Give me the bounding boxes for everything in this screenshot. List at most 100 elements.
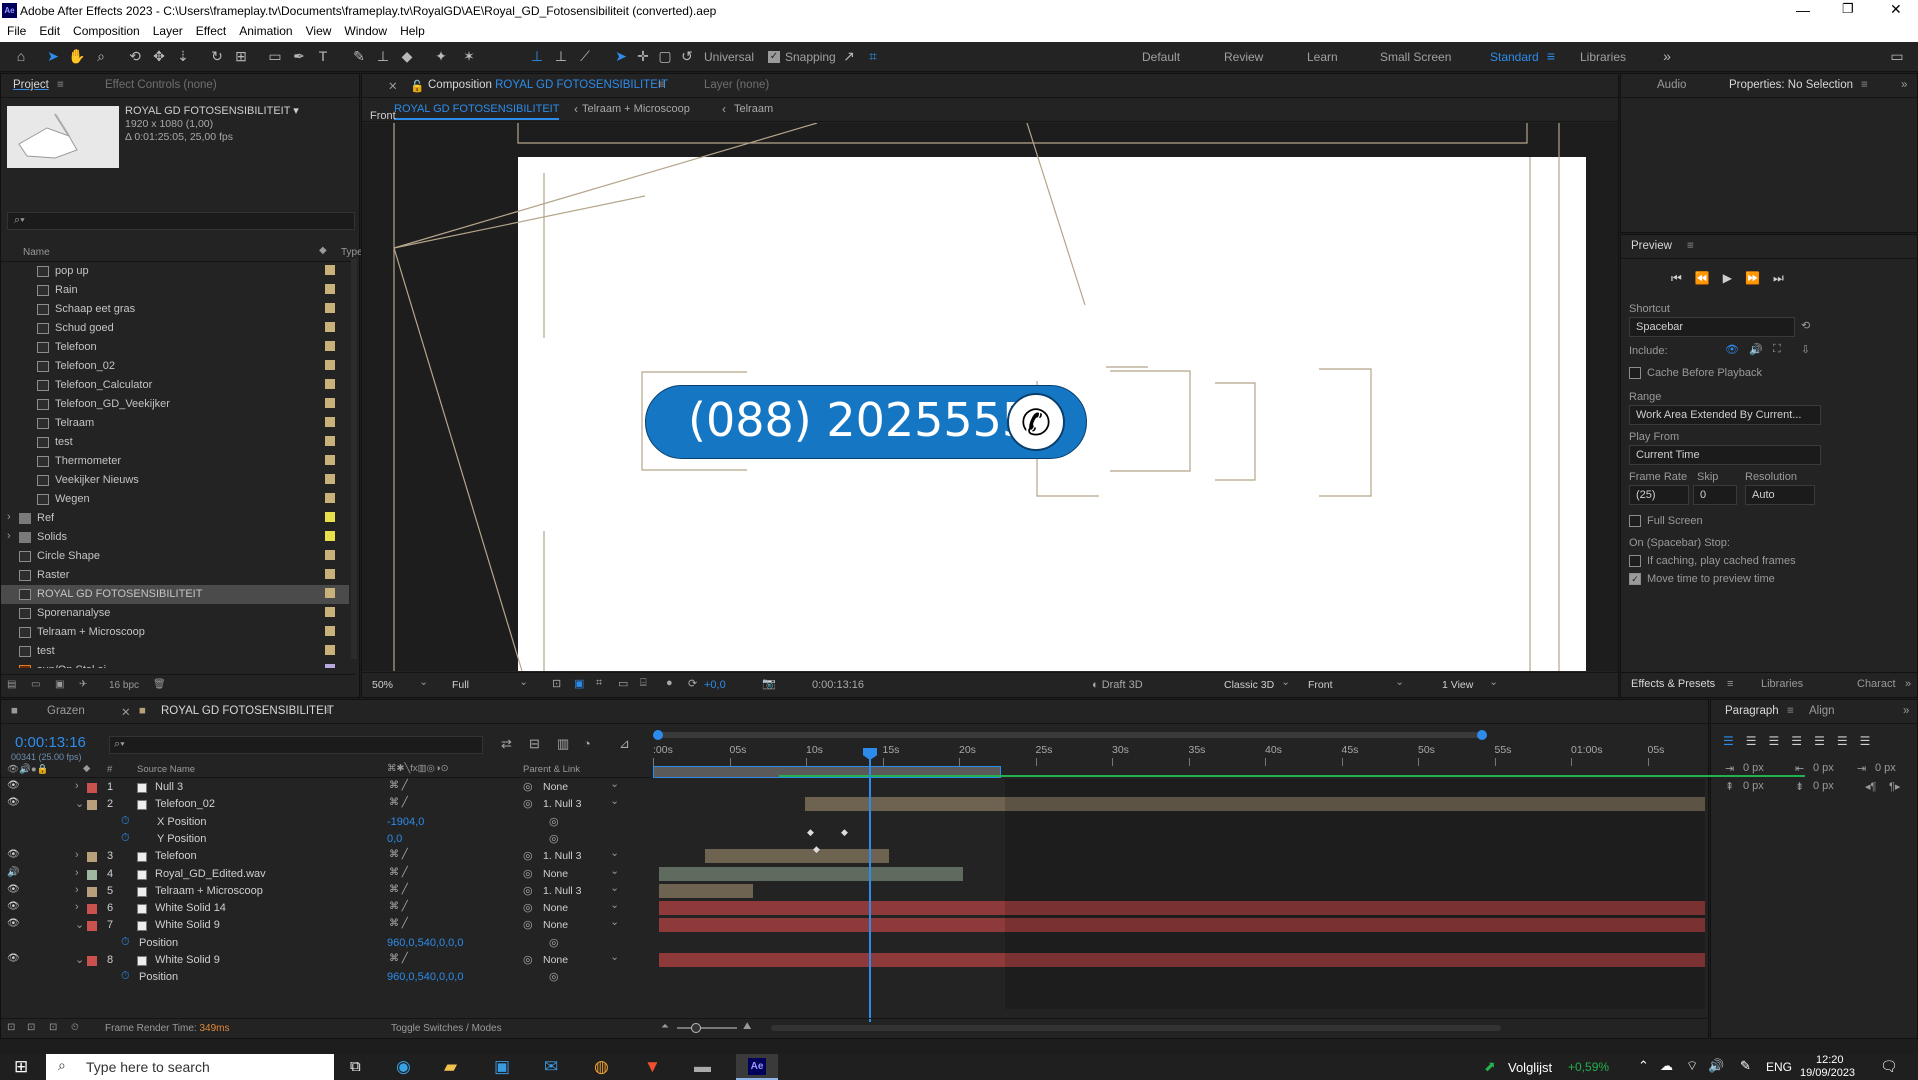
menu-file[interactable]: File (0, 22, 32, 38)
project-item[interactable]: Wegen (1, 490, 349, 509)
color-channel-icon[interactable]: ● (666, 677, 673, 689)
draft-3d-toggle[interactable]: ◐ Draft 3D (1092, 679, 1143, 691)
source-name-column[interactable]: Source Name (137, 764, 195, 775)
parent-link-column[interactable]: Parent & Link (523, 764, 580, 775)
stopwatch-icon[interactable]: ⏱ (121, 815, 130, 828)
visibility-eye-icon[interactable]: 👁 (7, 884, 20, 895)
visibility-eye-icon[interactable]: 👁 (7, 901, 20, 912)
crumb-telraam[interactable]: Telraam (734, 103, 773, 115)
playhead-line[interactable] (869, 752, 871, 1022)
project-item[interactable]: Schud goed (1, 319, 349, 338)
clock-date[interactable]: 19/09/2023 (1800, 1067, 1855, 1079)
3d-view-dropdown[interactable]: Front (1308, 676, 1408, 693)
last-frame-icon[interactable]: ⏭ (1773, 271, 1797, 285)
snapping-checkbox[interactable]: ✓ (768, 51, 780, 63)
minimize-button[interactable]: — (1796, 2, 1810, 18)
clock-time[interactable]: 12:20 (1816, 1054, 1844, 1066)
close-tab-icon[interactable]: ✕ (388, 79, 398, 93)
fast-preview-icon[interactable]: ⊡ (552, 677, 561, 690)
layer-switches[interactable]: ⌘ ╱ (389, 884, 408, 895)
draft-3d-icon[interactable]: ⊟ (529, 736, 540, 752)
file-explorer-icon[interactable]: ▰ (444, 1057, 457, 1077)
justify-last-center-icon[interactable]: ☰ (1814, 734, 1837, 748)
layer-duration-bar[interactable] (705, 849, 889, 864)
tab-project[interactable]: Project (13, 79, 49, 91)
project-item[interactable]: Telefoon_02 (1, 357, 349, 376)
maximize-button[interactable]: ❐ (1842, 1, 1854, 17)
ms-store-icon[interactable]: ▣ (494, 1057, 510, 1077)
snap-grid-icon[interactable]: ⌗ (864, 47, 882, 65)
menu-animation[interactable]: Animation (232, 22, 298, 38)
pick-whip-icon[interactable]: ◎ (523, 849, 533, 862)
project-item[interactable]: test (1, 642, 349, 661)
app-icon[interactable]: ▬ (694, 1057, 711, 1077)
label-color-swatch[interactable] (325, 455, 335, 465)
space-before-value[interactable]: 0 px (1743, 780, 1764, 792)
renderer-dropdown[interactable]: Classic 3D (1224, 676, 1294, 693)
expression-pick-whip-icon[interactable]: ◎ (549, 815, 559, 828)
parent-dropdown[interactable]: None (543, 899, 623, 916)
reset-exposure-icon[interactable]: ⟳ (688, 677, 697, 690)
puppet-pin-icon[interactable]: ✶ (460, 47, 478, 65)
skip-dropdown[interactable]: 0 (1693, 485, 1737, 505)
time-ruler[interactable]: :00s 05s 10s 15s 20s 25s 30s 35s 40s 45s 50s 55s 01:… (653, 726, 1805, 780)
eraser-tool-icon[interactable]: ◆ (398, 47, 416, 65)
pick-whip-icon[interactable]: ◎ (523, 901, 533, 914)
play-icon[interactable]: ▶ (1723, 271, 1745, 285)
stock-name[interactable]: Volglijst (1508, 1060, 1552, 1075)
project-item[interactable]: Schaap eet gras (1, 300, 349, 319)
rotate-mode-icon[interactable]: ↺ (678, 47, 696, 65)
modes-icon[interactable]: ⊡ (27, 1022, 35, 1033)
roto-brush-icon[interactable]: ✦ (432, 47, 450, 65)
justify-all-icon[interactable]: ☰ (1860, 734, 1883, 748)
current-time-display[interactable]: 0:00:13:16 (812, 679, 864, 691)
preview-menu-icon[interactable]: ≡ (1687, 240, 1694, 252)
label-color-swatch[interactable] (325, 550, 335, 560)
label-tag-icon[interactable]: ◆ (319, 245, 327, 256)
cache-before-playback-checkbox[interactable] (1629, 367, 1641, 379)
layer-label-color[interactable] (87, 886, 97, 897)
expression-pick-whip-icon[interactable]: ◎ (549, 970, 559, 983)
tab-character[interactable]: Charact (1857, 678, 1896, 690)
navigator-end-handle[interactable] (1477, 730, 1487, 740)
layer-name[interactable]: Null 3 (155, 781, 183, 793)
project-item[interactable]: Telefoon (1, 338, 349, 357)
project-item[interactable]: Telraam (1, 414, 349, 433)
align-center-icon[interactable]: ☰ (1746, 734, 1769, 748)
render-time-icon[interactable]: ⏲ (71, 1022, 79, 1033)
graph-editor-icon[interactable]: ⊿ (619, 736, 630, 752)
project-item[interactable]: pop up (1, 262, 349, 281)
tab-royal-gd[interactable]: ROYAL GD FOTOSENSIBILITEIT (161, 705, 334, 717)
project-item[interactable]: Circle Shape (1, 547, 349, 566)
pick-whip-icon[interactable]: ◎ (523, 797, 533, 810)
label-color-swatch[interactable] (325, 417, 335, 427)
project-item[interactable]: sun/Op Stal.ai (1, 661, 349, 668)
tab-properties[interactable]: Properties: No Selection (1729, 79, 1853, 91)
axis-view-icon[interactable]: ⟋ (576, 47, 594, 65)
close-button[interactable]: ✕ (1890, 1, 1902, 18)
tab-grazen[interactable]: Grazen (47, 705, 85, 717)
zoom-dropdown[interactable]: 50% (372, 676, 432, 693)
expand-layer-icon[interactable]: › (75, 867, 79, 879)
in-out-icon[interactable]: ⊡ (49, 1022, 57, 1033)
timeline-menu-icon[interactable]: ≡ (325, 705, 332, 717)
edge-browser-icon[interactable]: ◉ (396, 1057, 411, 1077)
label-color-swatch[interactable] (325, 512, 335, 522)
rectangle-tool-icon[interactable]: ▭ (266, 47, 284, 65)
menu-layer[interactable]: Layer (146, 22, 189, 38)
pan-camera-icon[interactable]: ✥ (150, 47, 168, 65)
windows-start-icon[interactable]: ⊞ (14, 1057, 28, 1077)
include-audio-icon[interactable]: 🔊 (1749, 343, 1763, 356)
rtl-direction-icon[interactable]: ¶▸ (1889, 780, 1900, 793)
label-color-swatch[interactable] (325, 474, 335, 484)
home-icon[interactable]: ⌂ (12, 47, 30, 65)
expand-layer-icon[interactable]: ⌄ (75, 953, 84, 966)
layer-switches[interactable]: ⌘ ╱ (389, 953, 408, 964)
project-item[interactable]: Telefoon_Calculator (1, 376, 349, 395)
expression-pick-whip-icon[interactable]: ◎ (549, 832, 559, 845)
parent-dropdown[interactable]: None (543, 951, 623, 968)
tab-composition[interactable]: Composition ROYAL GD FOTOSENSIBILITEIT (428, 79, 668, 91)
frame-blend-icon[interactable]: ▥ (557, 736, 569, 752)
layer-name[interactable]: White Solid 14 (155, 902, 226, 914)
scale-mode-icon[interactable]: ▢ (656, 47, 674, 65)
